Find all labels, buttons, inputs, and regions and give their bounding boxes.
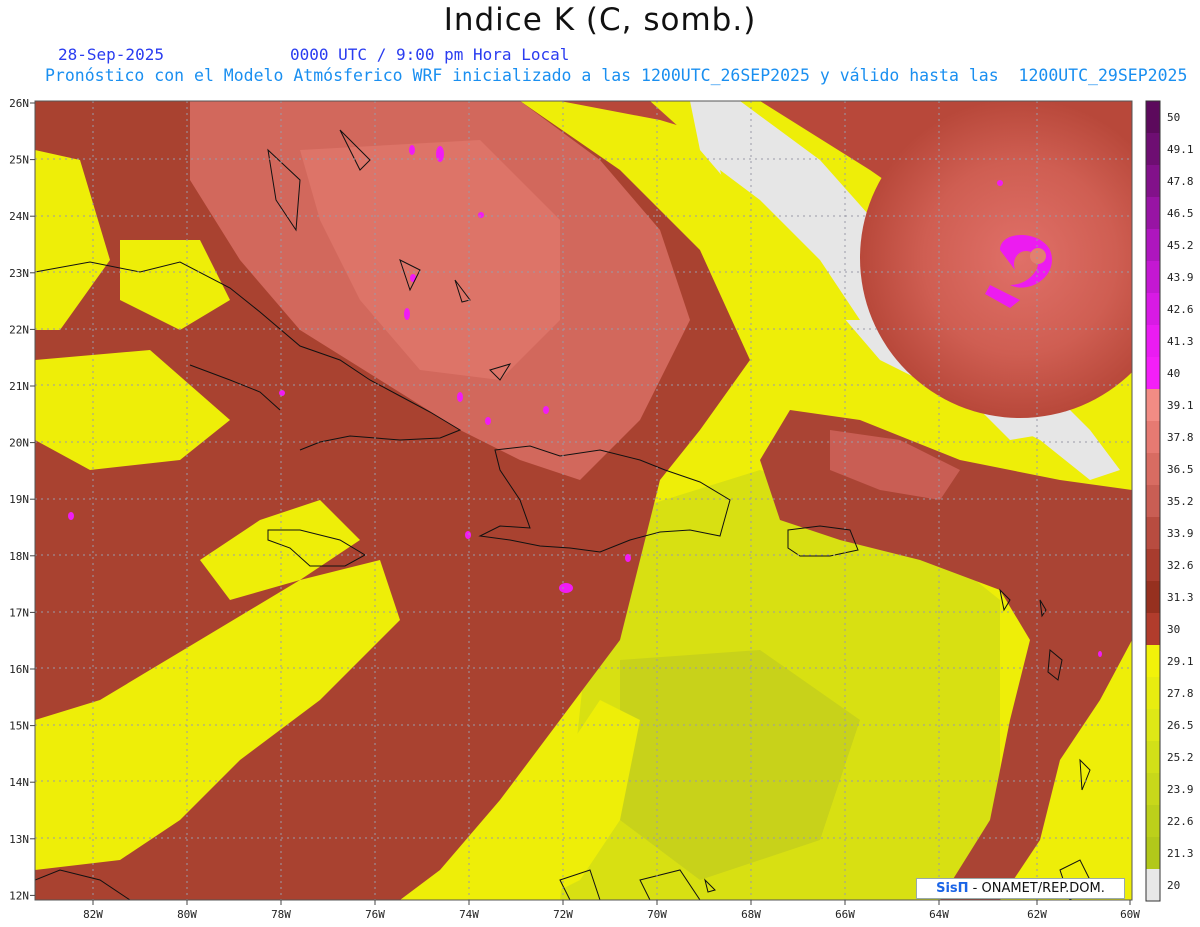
legend-label: 27.8 — [1167, 687, 1194, 700]
lat-label: 23N — [9, 267, 29, 280]
lat-label: 18N — [9, 550, 29, 563]
lon-label: 82W — [83, 908, 103, 921]
lon-label: 76W — [365, 908, 385, 921]
lon-label: 68W — [741, 908, 761, 921]
legend-label: 29.1 — [1167, 655, 1194, 668]
legend-label: 42.6 — [1167, 303, 1194, 316]
legend-swatch — [1146, 581, 1160, 614]
legend-swatch — [1146, 389, 1160, 422]
lon-label: 74W — [459, 908, 479, 921]
legend-label: 21.3 — [1167, 847, 1194, 860]
legend-swatch — [1146, 805, 1160, 838]
legend-swatch — [1146, 325, 1160, 358]
lat-label: 21N — [9, 380, 29, 393]
k-index-map: 26N 25N 24N 23N 22N 21N 20N 19N 18N 17N 16N 15N 14N 1… — [9, 97, 1194, 921]
legend-swatch — [1146, 709, 1160, 742]
legend-label: 43.9 — [1167, 271, 1194, 284]
sispi-logo: SisΠ — [936, 881, 969, 896]
legend-swatch — [1146, 677, 1160, 710]
color-legend: 50 49.1 47.8 46.5 45.2 43.9 42.6 41.3 40 39.1 37.8… — [1145, 100, 1194, 902]
legend-label: 33.9 — [1167, 527, 1194, 540]
longitude-axis: 82W 80W 78W 76W 74W 72W 70W 68W 66W 64W 62W 60W — [83, 900, 1140, 921]
lat-label: 25N — [9, 154, 29, 167]
legend-swatch — [1146, 741, 1160, 774]
legend-swatch — [1146, 485, 1160, 518]
lat-label: 19N — [9, 493, 29, 506]
legend-label: 23.9 — [1167, 783, 1194, 796]
lon-label: 66W — [835, 908, 855, 921]
legend-swatch — [1146, 613, 1160, 646]
lon-label: 64W — [929, 908, 949, 921]
lon-label: 72W — [553, 908, 573, 921]
lon-label: 62W — [1027, 908, 1047, 921]
lon-label: 70W — [647, 908, 667, 921]
legend-swatch — [1146, 645, 1160, 678]
lat-label: 17N — [9, 606, 29, 619]
legend-swatch — [1146, 293, 1160, 326]
lat-label: 22N — [9, 323, 29, 336]
legend-swatch — [1146, 357, 1160, 390]
lat-label: 20N — [9, 437, 29, 450]
legend-swatch — [1146, 165, 1160, 198]
legend-swatch — [1146, 261, 1160, 294]
legend-label: 40 — [1167, 367, 1180, 380]
legend-label: 30 — [1167, 623, 1180, 636]
legend-swatch — [1146, 869, 1160, 902]
lat-label: 12N — [9, 889, 29, 902]
legend-swatch — [1146, 517, 1160, 550]
legend-label: 20 — [1167, 879, 1180, 892]
legend-label: 50 — [1167, 111, 1180, 124]
legend-swatch — [1146, 133, 1160, 166]
legend-label: 35.2 — [1167, 495, 1194, 508]
lat-label: 13N — [9, 833, 29, 846]
lat-label: 26N — [9, 97, 29, 110]
legend-swatch — [1146, 773, 1160, 806]
legend-label: 36.5 — [1167, 463, 1194, 476]
legend-swatch — [1146, 549, 1160, 582]
legend-label: 25.2 — [1167, 751, 1194, 764]
legend-swatch — [1146, 837, 1160, 870]
lon-label: 60W — [1120, 908, 1140, 921]
legend-label: 32.6 — [1167, 559, 1194, 572]
lat-label: 24N — [9, 210, 29, 223]
legend-label: 45.2 — [1167, 239, 1194, 252]
legend-swatch — [1146, 453, 1160, 486]
legend-label: 26.5 — [1167, 719, 1194, 732]
legend-label: 39.1 — [1167, 399, 1194, 412]
lat-label: 14N — [9, 776, 29, 789]
map-field — [35, 101, 1132, 900]
legend-swatch — [1146, 421, 1160, 454]
legend-label: 31.3 — [1167, 591, 1194, 604]
legend-swatch — [1146, 101, 1160, 134]
legend-swatch — [1146, 197, 1160, 230]
legend-label: 46.5 — [1167, 207, 1194, 220]
legend-swatch — [1146, 229, 1160, 262]
credit-box: SisΠ - ONAMET/REP.DOM. — [916, 878, 1125, 899]
lat-label: 16N — [9, 663, 29, 676]
lon-label: 80W — [177, 908, 197, 921]
legend-label: 37.8 — [1167, 431, 1194, 444]
legend-label: 22.6 — [1167, 815, 1194, 828]
lon-label: 78W — [271, 908, 291, 921]
latitude-axis: 26N 25N 24N 23N 22N 21N 20N 19N 18N 17N 16N 15N 14N 1… — [9, 97, 35, 902]
credit-text: - ONAMET/REP.DOM. — [968, 881, 1105, 896]
legend-label: 49.1 — [1167, 143, 1194, 156]
lat-label: 15N — [9, 720, 29, 733]
legend-label: 41.3 — [1167, 335, 1194, 348]
legend-label: 47.8 — [1167, 175, 1194, 188]
